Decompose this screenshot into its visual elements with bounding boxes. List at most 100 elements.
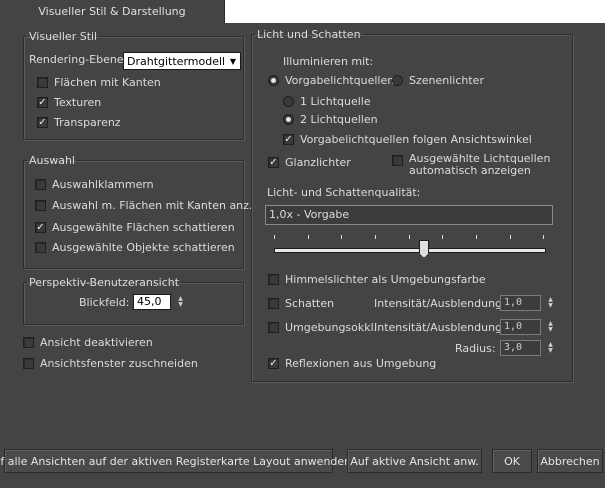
illuminate-label: Illuminieren mit: — [283, 55, 374, 68]
radius-input[interactable]: 3,0 — [500, 340, 541, 356]
ambient-occlusion-label: Umgebungsokkl. — [285, 321, 378, 334]
selection-brackets-label: Auswahlklammern — [52, 178, 154, 191]
checkbox-box — [35, 179, 46, 190]
disable-view-checkbox[interactable]: Ansicht deaktivieren — [23, 336, 153, 349]
slider-tick — [543, 235, 544, 239]
viewport-clipping-label: Ansichtsfenster zuschneiden — [40, 357, 198, 370]
faces-with-edges-checkbox[interactable]: Flächen mit Kanten — [37, 76, 161, 89]
disable-view-label: Ansicht deaktivieren — [40, 336, 153, 349]
checkbox-box — [37, 77, 48, 88]
highlights-label: Glanzlichter — [285, 156, 351, 169]
spinner-arrows-icon[interactable]: ▲ ▼ — [546, 296, 555, 311]
radius-label: Radius: — [455, 342, 496, 355]
shadows-label: Schatten — [285, 297, 335, 310]
quality-field[interactable]: 1,0x - Vorgabe — [265, 205, 553, 225]
slider-tick — [375, 235, 376, 239]
radio-unselected-icon — [392, 75, 403, 86]
spinner-arrows-icon[interactable]: ▲ ▼ — [546, 341, 555, 356]
radio-selected-icon — [283, 114, 294, 125]
viewport-clipping-checkbox[interactable]: Ansichtsfenster zuschneiden — [23, 357, 198, 370]
rendering-level-label: Rendering-Ebene: — [29, 53, 128, 66]
sky-lights-label: Himmelslichter als Umgebungsfarbe — [285, 273, 486, 286]
faces-with-edges-label: Flächen mit Kanten — [54, 76, 161, 89]
intensity-shadows-label: Intensität/Ausblendung: — [374, 297, 506, 310]
selection-edged-faces-checkbox[interactable]: Auswahl m. Flächen mit Kanten anz. — [35, 199, 252, 212]
perspective-legend: Perspektiv-Benutzeransicht — [29, 276, 180, 289]
intensity-ao-label: Intensität/Ausblendung: — [374, 321, 506, 334]
textures-label: Texturen — [54, 96, 102, 109]
apply-active-view-button[interactable]: Auf aktive Ansicht anw. — [347, 449, 482, 473]
selection-edged-faces-label: Auswahl m. Flächen mit Kanten anz. — [52, 199, 253, 212]
checkbox-box — [268, 298, 279, 309]
transparency-label: Transparenz — [54, 116, 121, 129]
tab-visual-style[interactable]: Visueller Stil & Darstellung — [0, 0, 225, 23]
rendering-level-value: Drahtgittermodell — [127, 54, 226, 68]
shadows-checkbox[interactable]: Schatten — [268, 297, 334, 310]
ok-button[interactable]: OK — [492, 449, 532, 473]
slider-tick — [476, 235, 477, 239]
shade-selected-objects-checkbox[interactable]: Ausgewählte Objekte schattieren — [35, 241, 235, 254]
lighting-legend: Licht und Schatten — [257, 28, 361, 41]
reflections-checkbox[interactable]: ✓ Reflexionen aus Umgebung — [268, 357, 436, 370]
spinner-arrows-icon[interactable]: ▲ ▼ — [546, 320, 555, 335]
fov-input[interactable]: 45,0 — [133, 294, 171, 310]
radio-selected-icon — [268, 75, 279, 86]
slider-tick — [341, 235, 342, 239]
shade-selected-faces-label: Ausgewählte Flächen schattieren — [52, 221, 235, 234]
slider-tick — [274, 235, 275, 239]
textures-checkbox[interactable]: ✓ Texturen — [37, 96, 101, 109]
spinner-arrows-icon[interactable]: ▲ ▼ — [176, 295, 185, 310]
checkbox-box — [35, 200, 46, 211]
highlights-checkbox[interactable]: ✓ Glanzlichter — [268, 156, 351, 169]
visual-style-legend: Visueller Stil — [29, 30, 98, 43]
transparency-checkbox[interactable]: ✓ Transparenz — [37, 116, 121, 129]
checkbox-box — [35, 242, 46, 253]
slider-track[interactable] — [274, 248, 546, 253]
check-icon: ✓ — [37, 97, 48, 108]
radio-one-light-label: 1 Lichtquelle — [300, 95, 371, 108]
apply-all-views-button[interactable]: Auf alle Ansichten auf der aktiven Regis… — [0, 449, 351, 473]
checkbox-box — [392, 155, 403, 166]
radio-default-lights[interactable]: Vorgabelichtquellen — [268, 74, 394, 87]
slider-tick — [442, 235, 443, 239]
intensity-shadows-input[interactable]: 1,0 — [500, 295, 541, 311]
auto-show-lights-checkbox[interactable]: Ausgewählte Lichtquellen automatisch anz… — [392, 153, 550, 177]
check-icon: ✓ — [283, 134, 294, 145]
radio-two-lights[interactable]: 2 Lichtquellen — [283, 113, 378, 126]
shade-selected-faces-checkbox[interactable]: ✓ Ausgewählte Flächen schattieren — [35, 221, 235, 234]
radio-one-light[interactable]: 1 Lichtquelle — [283, 95, 371, 108]
follow-view-checkbox[interactable]: ✓ Vorgabelichtquellen folgen Ansichtswin… — [283, 133, 532, 146]
selection-legend: Auswahl — [29, 154, 75, 167]
cancel-button[interactable]: Abbrechen — [537, 449, 603, 473]
shade-selected-objects-label: Ausgewählte Objekte schattieren — [52, 241, 235, 254]
quality-label: Licht- und Schattenqualität: — [267, 186, 421, 199]
fov-spinner[interactable]: 45,0 ▲ ▼ — [133, 294, 185, 310]
checkbox-box — [23, 358, 34, 369]
intensity-shadows-spinner[interactable]: 1,0 ▲ ▼ — [500, 295, 555, 311]
reflections-label: Reflexionen aus Umgebung — [285, 357, 437, 370]
checkbox-box — [268, 274, 279, 285]
chevron-down-icon: ▼ — [229, 56, 237, 66]
slider-tick — [308, 235, 309, 239]
radio-two-lights-label: 2 Lichtquellen — [300, 113, 378, 126]
intensity-ao-spinner[interactable]: 1,0 ▲ ▼ — [500, 319, 555, 335]
check-icon: ✓ — [268, 157, 279, 168]
follow-view-label: Vorgabelichtquellen folgen Ansichtswinke… — [300, 133, 532, 146]
sky-lights-checkbox[interactable]: Himmelslichter als Umgebungsfarbe — [268, 273, 486, 286]
auto-show-lights-label-2: automatisch anzeigen — [409, 164, 531, 177]
checkbox-box — [268, 322, 279, 333]
selection-brackets-checkbox[interactable]: Auswahlklammern — [35, 178, 154, 191]
slider-tick — [510, 235, 511, 239]
radio-unselected-icon — [283, 96, 294, 107]
check-icon: ✓ — [268, 358, 279, 369]
slider-tick — [409, 235, 410, 239]
radio-scene-lights[interactable]: Szenenlichter — [392, 74, 484, 87]
radio-default-lights-label: Vorgabelichtquellen — [285, 74, 395, 87]
ambient-occlusion-checkbox[interactable]: Umgebungsokkl. — [268, 321, 377, 334]
auto-show-lights-text: Ausgewählte Lichtquellen automatisch anz… — [409, 153, 550, 177]
fov-label: Blickfeld: — [79, 296, 130, 309]
check-icon: ✓ — [37, 117, 48, 128]
rendering-level-select[interactable]: Drahtgittermodell ▼ — [123, 52, 241, 70]
radius-spinner[interactable]: 3,0 ▲ ▼ — [500, 340, 555, 356]
intensity-ao-input[interactable]: 1,0 — [500, 319, 541, 335]
